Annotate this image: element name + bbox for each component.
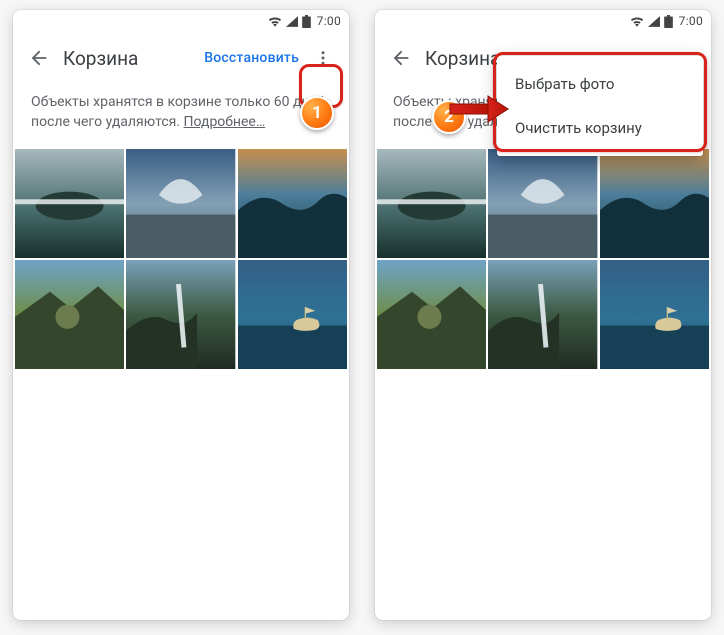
back-button[interactable] [19, 38, 59, 78]
status-time: 7:00 [317, 14, 341, 28]
overflow-menu: Выбрать фото Очистить корзину [497, 56, 703, 156]
phone-right: 7:00 Корзина Восстановить Объекты хранят… [375, 10, 711, 620]
photo-thumb[interactable] [126, 149, 235, 258]
page-title: Корзина [63, 47, 138, 70]
photo-thumb[interactable] [15, 149, 124, 258]
info-text: Объекты хранятся в корзине только 60 дне… [13, 84, 349, 149]
battery-icon [302, 15, 311, 28]
wifi-icon [630, 16, 644, 27]
photo-thumb[interactable] [600, 260, 709, 369]
restore-button[interactable]: Восстановить [200, 42, 303, 74]
learn-more-link[interactable]: Подробнее… [184, 114, 266, 130]
photo-grid [375, 149, 711, 370]
wifi-icon [268, 16, 282, 27]
back-button[interactable] [381, 38, 421, 78]
menu-select-photo[interactable]: Выбрать фото [497, 62, 703, 106]
page-title: Корзина [425, 47, 500, 70]
status-bar: 7:00 [13, 10, 349, 32]
photo-thumb[interactable] [126, 260, 235, 369]
photo-thumb[interactable] [488, 260, 597, 369]
cell-signal-icon [648, 16, 660, 27]
cell-signal-icon [286, 16, 298, 27]
info-message: Объекты хранятся в корзине только 60 дне… [31, 94, 328, 130]
photo-thumb[interactable] [15, 260, 124, 369]
photo-thumb[interactable] [600, 149, 709, 258]
app-bar: Корзина Восстановить [13, 32, 349, 84]
photo-thumb[interactable] [238, 260, 347, 369]
photo-grid [13, 149, 349, 370]
photo-thumb[interactable] [377, 260, 486, 369]
photo-thumb[interactable] [377, 149, 486, 258]
battery-icon [664, 15, 673, 28]
more-button[interactable] [303, 38, 343, 78]
phone-left: 7:00 Корзина Восстановить Объекты хранят… [13, 10, 349, 620]
photo-thumb[interactable] [488, 149, 597, 258]
status-time: 7:00 [679, 14, 703, 28]
menu-clear-trash[interactable]: Очистить корзину [497, 106, 703, 150]
status-bar: 7:00 [375, 10, 711, 32]
photo-thumb[interactable] [238, 149, 347, 258]
